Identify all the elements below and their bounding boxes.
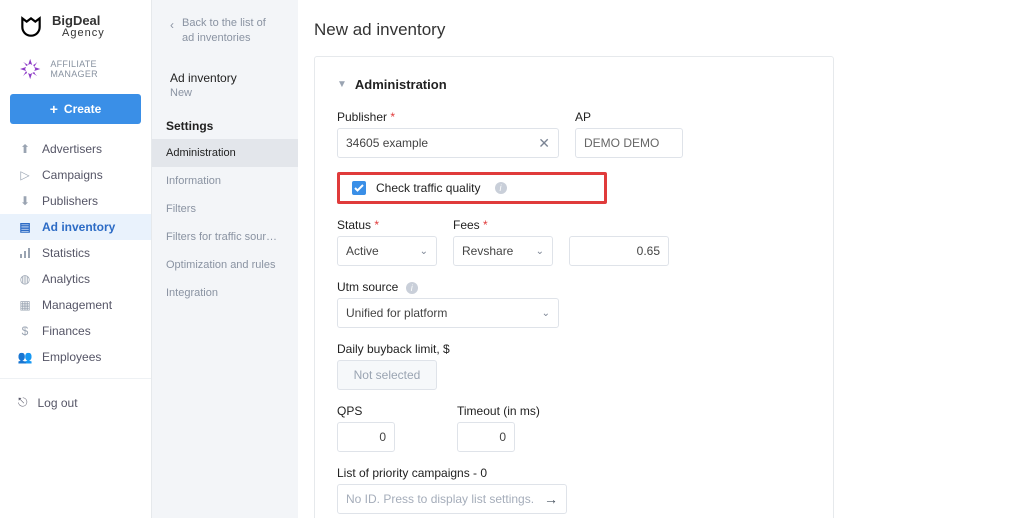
affiliate-logo-icon <box>18 56 42 82</box>
utm-value: Unified for platform <box>346 306 447 320</box>
section-sub: New <box>152 87 298 107</box>
priority-placeholder: No ID. Press to display list settings. <box>346 492 534 506</box>
info-icon[interactable]: i <box>495 182 507 194</box>
settings-integration[interactable]: Integration <box>152 279 298 307</box>
brand-logo-icon <box>18 14 44 40</box>
chevron-down-icon: ▼ <box>337 79 347 90</box>
grid-icon: ▦ <box>18 298 32 312</box>
main-sidebar: BigDeal Agency AFFILIATE MANAGER + Creat… <box>0 0 152 518</box>
nav-employees[interactable]: 👥 Employees <box>0 344 151 370</box>
settings-filters[interactable]: Filters <box>152 195 298 223</box>
fees-label: Fees * <box>453 218 553 232</box>
nav-label: Campaigns <box>42 168 103 182</box>
create-button[interactable]: + Create <box>10 94 141 124</box>
affiliate-block: AFFILIATE MANAGER <box>0 46 151 86</box>
settings-administration[interactable]: Administration <box>152 139 298 167</box>
check-traffic-container: Check traffic quality i <box>337 172 607 204</box>
nav-advertisers[interactable]: ⬆ Advertisers <box>0 136 151 162</box>
card-header[interactable]: ▼ Administration <box>337 77 811 92</box>
status-value: Active <box>346 244 379 258</box>
qps-input[interactable] <box>337 422 395 452</box>
nav-management[interactable]: ▦ Management <box>0 292 151 318</box>
publisher-value: 34605 example <box>346 136 428 150</box>
play-icon: ▷ <box>18 168 32 182</box>
qps-label: QPS <box>337 404 395 418</box>
download-icon: ⬇ <box>18 194 32 208</box>
nav-analytics[interactable]: ◍ Analytics <box>0 266 151 292</box>
publisher-input[interactable]: 34605 example ✕ <box>337 128 559 158</box>
back-text-1: Back to the list of <box>182 16 266 31</box>
clear-icon[interactable]: ✕ <box>538 135 550 152</box>
settings-sidebar: ‹ Back to the list of ad inventories Ad … <box>152 0 298 518</box>
page-title: New ad inventory <box>314 0 1008 56</box>
utm-label: Utm source i <box>337 280 559 294</box>
main-content: New ad inventory ▼ Administration Publis… <box>298 0 1024 518</box>
publisher-label: Publisher * <box>337 110 559 124</box>
logout-link[interactable]: ⎋ Log out <box>0 387 151 418</box>
nav-label: Analytics <box>42 272 90 286</box>
brand-name-1: BigDeal <box>52 14 105 28</box>
check-traffic-checkbox[interactable] <box>352 181 366 195</box>
settings-header: Settings <box>152 107 298 139</box>
brand: BigDeal Agency <box>0 0 151 46</box>
settings-filters-traffic[interactable]: Filters for traffic sour… <box>152 223 298 251</box>
timeout-input[interactable] <box>457 422 515 452</box>
check-traffic-label: Check traffic quality <box>376 181 481 195</box>
utm-select[interactable]: Unified for platform ⌄ <box>337 298 559 328</box>
chart-icon <box>18 246 32 260</box>
administration-card: ▼ Administration Publisher * 34605 examp… <box>314 56 834 518</box>
brand-name-2: Agency <box>52 28 105 40</box>
nav-ad-inventory[interactable]: ▤ Ad inventory <box>0 214 151 240</box>
globe-icon: ◍ <box>18 272 32 286</box>
nav-publishers[interactable]: ⬇ Publishers <box>0 188 151 214</box>
settings-optimization[interactable]: Optimization and rules <box>152 251 298 279</box>
upload-icon: ⬆ <box>18 142 32 156</box>
users-icon: 👥 <box>18 350 32 364</box>
chevron-down-icon: ⌄ <box>542 308 550 319</box>
nav-label: Management <box>42 298 112 312</box>
ap-label: AP <box>575 110 683 124</box>
info-icon[interactable]: i <box>406 282 418 294</box>
chevron-down-icon: ⌄ <box>536 246 544 257</box>
priority-label: List of priority campaigns - 0 <box>337 466 811 480</box>
nav-label: Statistics <box>42 246 90 260</box>
create-label: Create <box>64 102 101 116</box>
section-title: Ad inventory <box>152 57 298 87</box>
plus-icon: + <box>50 101 58 117</box>
back-link[interactable]: ‹ Back to the list of ad inventories <box>152 6 298 57</box>
daily-label: Daily buyback limit, $ <box>337 342 450 356</box>
status-label: Status * <box>337 218 437 232</box>
fees-value: Revshare <box>462 244 513 258</box>
dollar-icon: $ <box>18 324 32 338</box>
fees-amount-input[interactable] <box>569 236 669 266</box>
daily-input[interactable]: Not selected <box>337 360 437 390</box>
card-title: Administration <box>355 77 447 92</box>
nav-finances[interactable]: $ Finances <box>0 318 151 344</box>
nav-campaigns[interactable]: ▷ Campaigns <box>0 162 151 188</box>
chevron-left-icon: ‹ <box>170 17 174 34</box>
nav-label: Finances <box>42 324 91 338</box>
logout-label: Log out <box>38 396 78 410</box>
nav-label: Publishers <box>42 194 98 208</box>
arrow-right-icon: → <box>544 491 558 507</box>
status-select[interactable]: Active ⌄ <box>337 236 437 266</box>
role-label: AFFILIATE MANAGER <box>50 59 141 79</box>
settings-information[interactable]: Information <box>152 167 298 195</box>
nav-label: Advertisers <box>42 142 102 156</box>
logout-icon: ⎋ <box>18 395 28 410</box>
timeout-label: Timeout (in ms) <box>457 404 540 418</box>
nav-label: Ad inventory <box>42 220 115 234</box>
nav-label: Employees <box>42 350 101 364</box>
fees-select[interactable]: Revshare ⌄ <box>453 236 553 266</box>
ap-value: DEMO DEMO <box>575 128 683 158</box>
chevron-down-icon: ⌄ <box>420 246 428 257</box>
nav-statistics[interactable]: Statistics <box>0 240 151 266</box>
list-icon: ▤ <box>18 220 32 234</box>
back-text-2: ad inventories <box>182 31 266 46</box>
priority-input[interactable]: No ID. Press to display list settings. → <box>337 484 567 514</box>
